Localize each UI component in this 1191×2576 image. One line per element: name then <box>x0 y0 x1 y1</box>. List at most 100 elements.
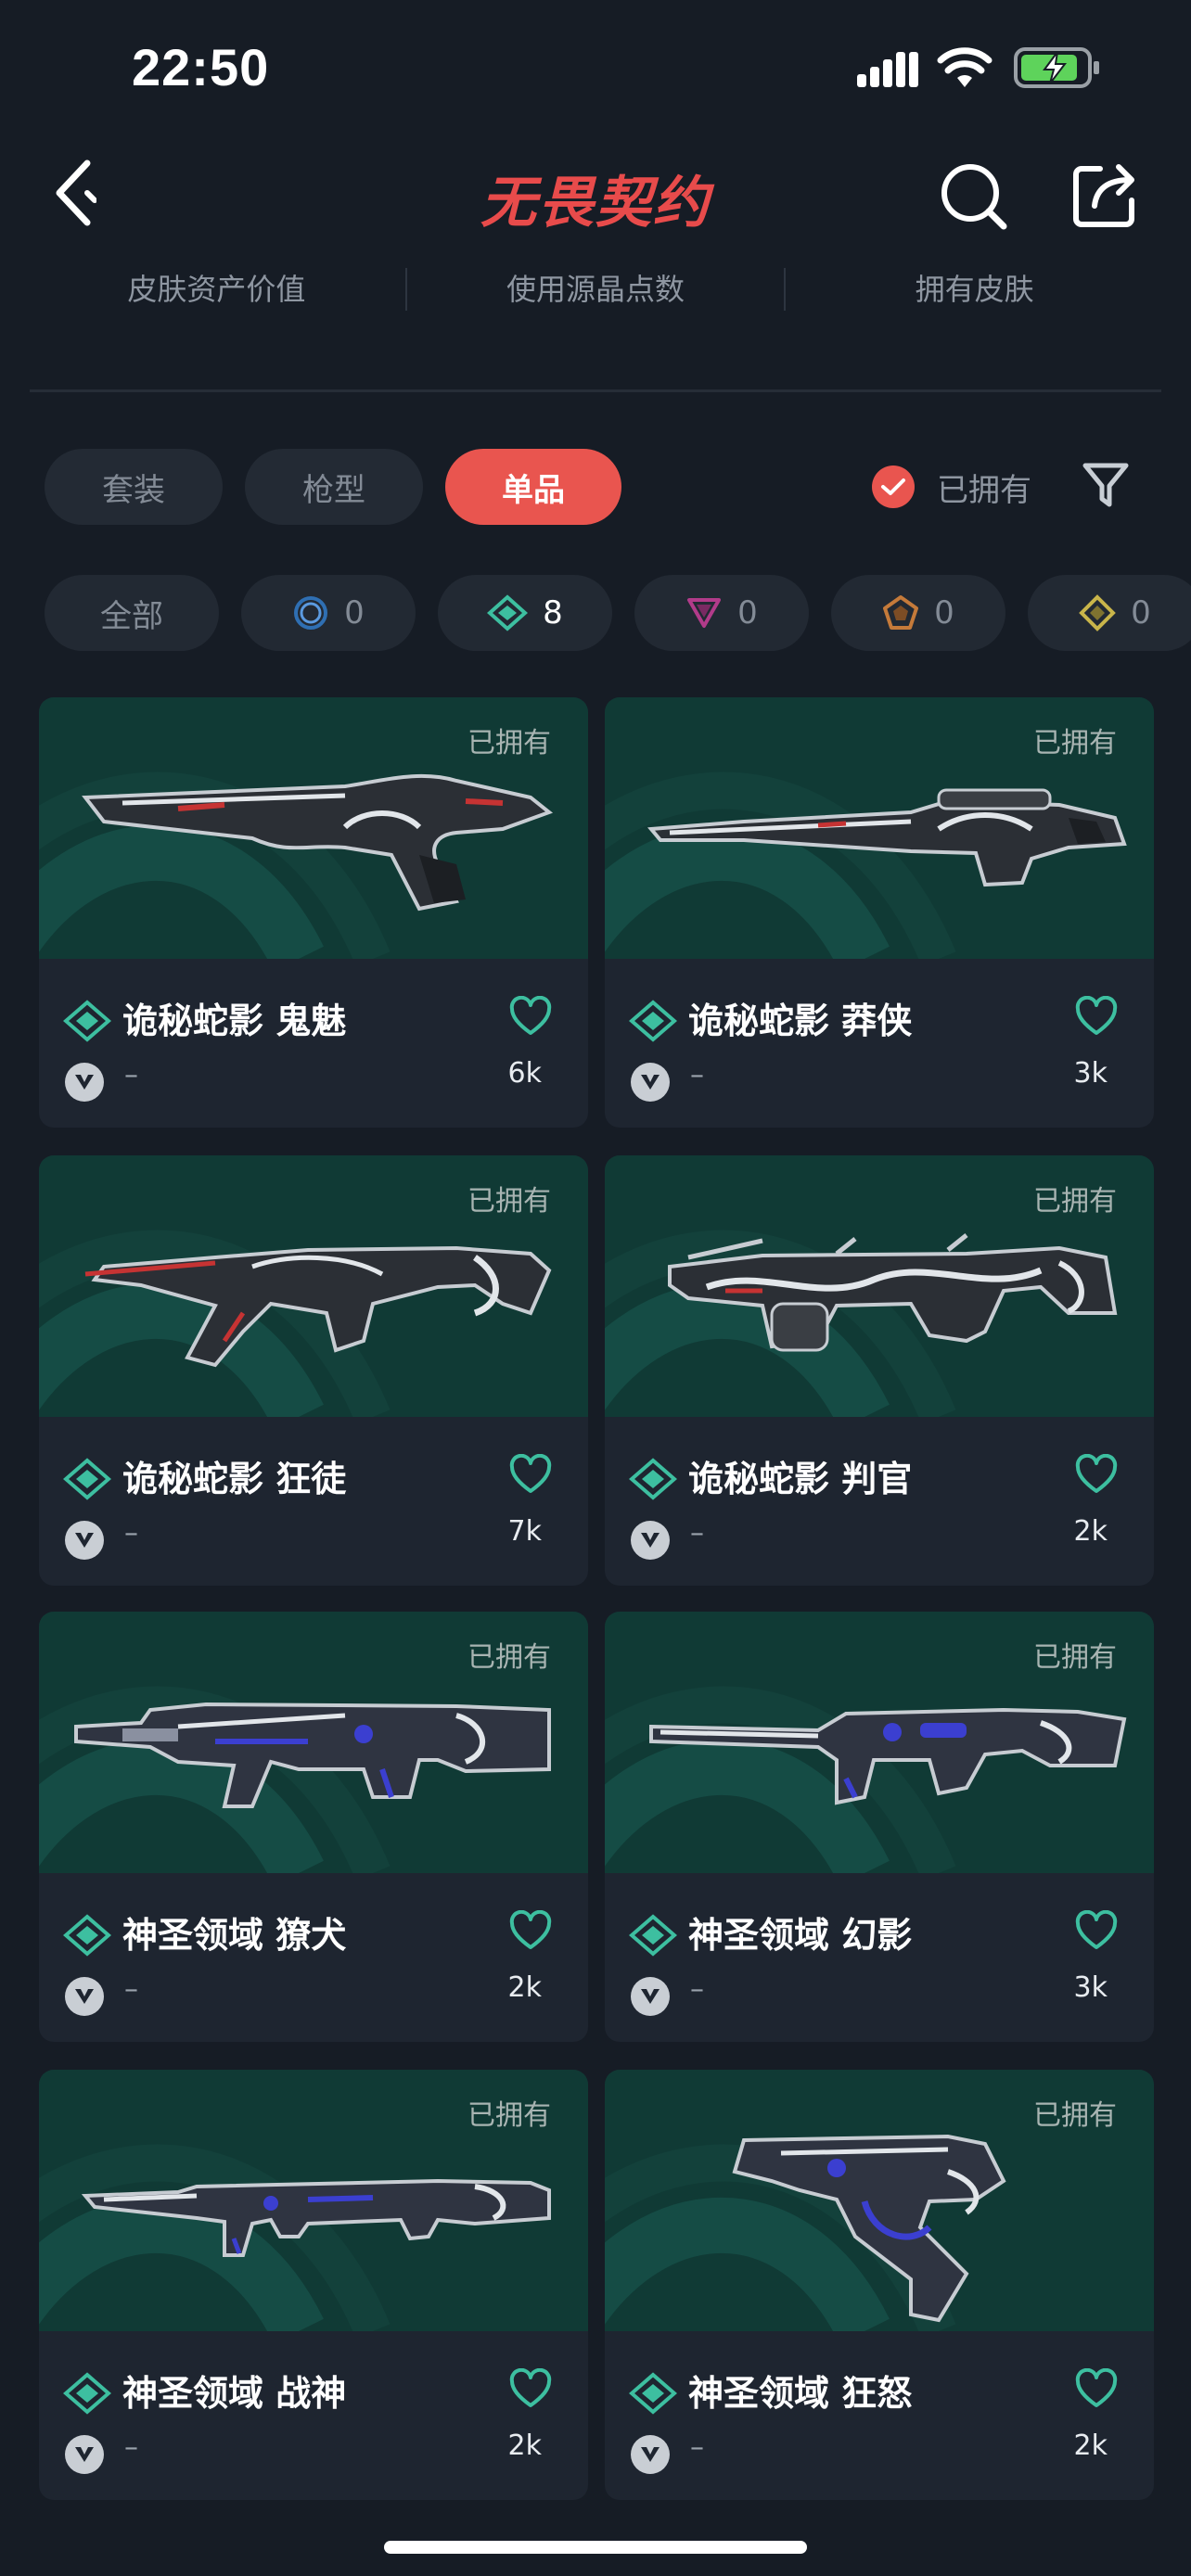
skin-name: 神圣领域 幻影 <box>688 1915 913 1956</box>
clock: 22:50 <box>132 38 270 96</box>
stat-radianite-points: 使用源晶点数 <box>506 272 685 307</box>
skin-image: 已拥有 <box>605 1155 1154 1417</box>
price-value: – <box>690 1059 704 1091</box>
tab-weapon-type[interactable]: 枪型 <box>245 449 423 525</box>
filter-button[interactable] <box>1082 458 1130 514</box>
skin-name: 神圣领域 獠犬 <box>122 1915 347 1956</box>
weapon-image <box>67 744 568 951</box>
skin-info: 神圣领域 战神 – 2k <box>39 2331 588 2500</box>
game-logo: 无畏契约 <box>480 171 711 236</box>
deluxe-tier-icon <box>63 2372 111 2415</box>
heart-icon[interactable] <box>508 2368 553 2409</box>
tier-count: 0 <box>737 594 758 631</box>
valorant-points-icon <box>631 1521 670 1560</box>
heart-icon[interactable] <box>1074 1454 1119 1495</box>
skin-name: 神圣领域 战神 <box>122 2373 347 2414</box>
filter-funnel-icon <box>1082 463 1129 507</box>
valorant-points-icon <box>631 1977 670 2016</box>
owned-filter-label: 已拥有 <box>937 471 1031 509</box>
deluxe-tier-icon <box>487 594 529 631</box>
tier-count: 0 <box>934 594 954 631</box>
status-bar: 22:50 <box>0 0 1191 139</box>
like-count: 2k <box>507 1971 542 2004</box>
heart-icon[interactable] <box>508 1910 553 1951</box>
weapon-image <box>67 2116 568 2324</box>
price-value: – <box>124 1973 138 2006</box>
deluxe-tier-icon <box>629 1914 677 1957</box>
heart-icon[interactable] <box>1074 2368 1119 2409</box>
weapon-image <box>633 1658 1133 1866</box>
valorant-points-icon <box>65 1977 104 2016</box>
tier-select[interactable]: 0 <box>241 575 416 651</box>
tab-single-item[interactable]: 单品 <box>445 449 621 525</box>
deluxe-tier-icon <box>629 1000 677 1042</box>
tier-all[interactable]: 全部 <box>45 575 219 651</box>
skin-card[interactable]: 已拥有 诡秘蛇影 鬼魅 – 6k <box>39 697 588 1128</box>
tier-exclusive[interactable]: 0 <box>831 575 1005 651</box>
skin-card[interactable]: 已拥有 诡秘蛇影 判官 – 2k <box>605 1155 1154 1586</box>
price-value: – <box>690 2431 704 2464</box>
checkbox-checked-icon <box>872 465 915 508</box>
skin-image: 已拥有 <box>605 2070 1154 2331</box>
skin-name: 神圣领域 狂怒 <box>688 2373 913 2414</box>
select-tier-icon <box>294 596 328 630</box>
skin-image: 已拥有 <box>605 697 1154 959</box>
like-count: 7k <box>507 1515 542 1548</box>
skin-card[interactable]: 已拥有 神圣领域 獠犬 – 2k <box>39 1612 588 2042</box>
skin-info: 诡秘蛇影 判官 – 2k <box>605 1417 1154 1586</box>
tier-ultra[interactable]: 0 <box>1028 575 1191 651</box>
valorant-points-icon <box>631 2435 670 2474</box>
share-icon <box>1073 164 1134 227</box>
skin-card[interactable]: 已拥有 诡秘蛇影 莽侠 – 3k <box>605 697 1154 1128</box>
owned-filter-toggle[interactable]: 已拥有 <box>872 462 1031 512</box>
like-count: 2k <box>1073 1515 1108 1548</box>
search-button[interactable] <box>937 159 1011 234</box>
skin-image: 已拥有 <box>39 1155 588 1417</box>
divider <box>30 389 1161 392</box>
valorant-points-icon <box>65 2435 104 2474</box>
heart-icon[interactable] <box>1074 996 1119 1037</box>
tier-label: 全部 <box>100 597 163 635</box>
skin-card[interactable]: 已拥有 神圣领域 幻影 – 3k <box>605 1612 1154 2042</box>
heart-icon[interactable] <box>508 1454 553 1495</box>
deluxe-tier-icon <box>63 1458 111 1500</box>
skin-name: 诡秘蛇影 莽侠 <box>688 1001 913 1041</box>
price-value: – <box>690 1517 704 1549</box>
home-indicator[interactable] <box>384 2541 807 2554</box>
valorant-points-icon <box>631 1063 670 1102</box>
weapon-image <box>67 1202 568 1409</box>
skin-card[interactable]: 已拥有 神圣领域 战神 – 2k <box>39 2070 588 2500</box>
cellular-signal-icon <box>857 52 918 87</box>
valorant-points-icon <box>65 1063 104 1102</box>
battery-charging-icon <box>1014 47 1099 88</box>
skin-card[interactable]: 已拥有 神圣领域 狂怒 – 2k <box>605 2070 1154 2500</box>
skin-card[interactable]: 已拥有 诡秘蛇影 狂徒 – 7k <box>39 1155 588 1586</box>
deluxe-tier-icon <box>629 2372 677 2415</box>
stats-row: 皮肤资产价值 使用源晶点数 拥有皮肤 <box>28 260 1163 319</box>
skin-image: 已拥有 <box>39 2070 588 2331</box>
skin-info: 诡秘蛇影 狂徒 – 7k <box>39 1417 588 1586</box>
heart-icon[interactable] <box>508 996 553 1037</box>
exclusive-tier-icon <box>883 595 919 630</box>
tier-count: 0 <box>1131 594 1151 631</box>
tier-deluxe[interactable]: 8 <box>438 575 612 651</box>
price-value: – <box>124 1517 138 1549</box>
deluxe-tier-icon <box>63 1000 111 1042</box>
skin-info: 神圣领域 獠犬 – 2k <box>39 1873 588 2042</box>
wifi-icon <box>937 47 992 87</box>
stat-owned-skins: 拥有皮肤 <box>915 272 1034 307</box>
tier-premium[interactable]: 0 <box>634 575 809 651</box>
share-button[interactable] <box>1069 158 1143 232</box>
heart-icon[interactable] <box>1074 1910 1119 1951</box>
like-count: 3k <box>1073 1971 1108 2004</box>
skin-name: 诡秘蛇影 鬼魅 <box>122 1001 347 1041</box>
price-value: – <box>124 2431 138 2464</box>
app-header: 无畏契约 <box>0 139 1191 250</box>
tier-count: 8 <box>543 594 563 631</box>
stat-skin-asset-value: 皮肤资产价值 <box>127 272 306 307</box>
weapon-image <box>633 2116 1133 2331</box>
tab-bundle[interactable]: 套装 <box>45 449 223 525</box>
skin-info: 神圣领域 幻影 – 3k <box>605 1873 1154 2042</box>
deluxe-tier-icon <box>629 1458 677 1500</box>
skin-name: 诡秘蛇影 判官 <box>688 1459 913 1499</box>
